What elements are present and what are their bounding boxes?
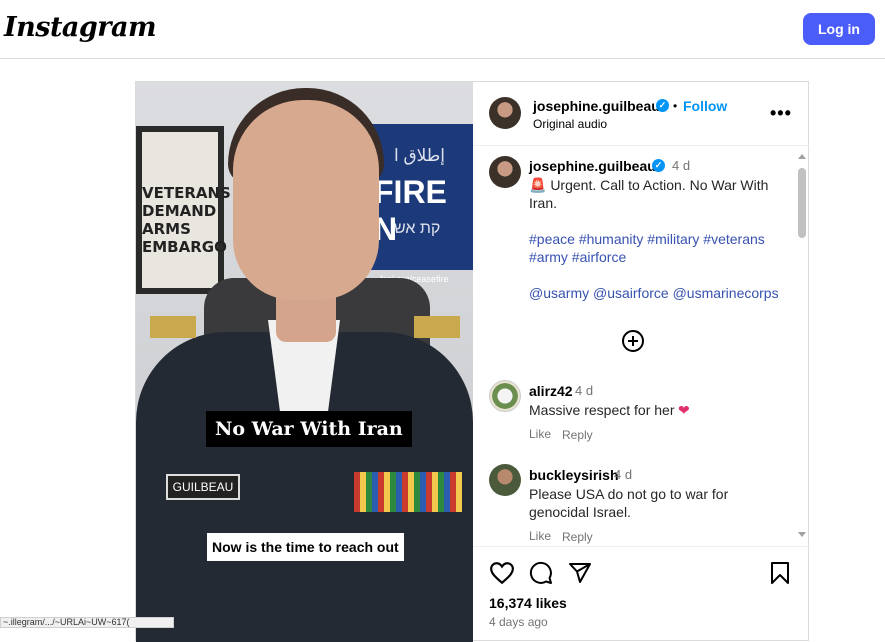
scroll-thumb[interactable] bbox=[798, 168, 806, 238]
right-epaulet bbox=[414, 316, 460, 338]
author-avatar[interactable] bbox=[489, 97, 521, 129]
bookmark-icon[interactable] bbox=[770, 561, 790, 585]
comment-reply-button[interactable]: Reply bbox=[562, 530, 593, 544]
left-epaulet bbox=[150, 316, 196, 338]
top-bar: Instagram Log in bbox=[0, 0, 885, 59]
poster-text: VETERANS DEMAND ARMS EMBARGO bbox=[142, 132, 231, 288]
caption-mentions[interactable]: @usarmy @usairforce @usmarinecorps bbox=[529, 284, 779, 302]
follow-button[interactable]: Follow bbox=[683, 98, 727, 114]
audio-label[interactable]: Original audio bbox=[533, 117, 607, 131]
caption-line-2: Iran. bbox=[529, 195, 558, 211]
comments-scrollbar[interactable] bbox=[795, 146, 809, 546]
comment-username[interactable]: alirz42 bbox=[529, 383, 573, 399]
poster-frame: VETERANS DEMAND ARMS EMBARGO bbox=[136, 126, 231, 294]
author-username[interactable]: josephine.guilbeau bbox=[533, 98, 660, 114]
person-face bbox=[233, 100, 379, 300]
header-separator: • bbox=[673, 99, 678, 113]
ceasefire-banner: إطلاق ا FIRE N קת אש fcnl.org/ceasefire bbox=[368, 124, 473, 284]
scroll-down-arrow-icon[interactable] bbox=[798, 532, 806, 537]
comment-time[interactable]: 4 d bbox=[614, 467, 632, 482]
caption-hashtags-1[interactable]: #peace #humanity #military #veterans bbox=[529, 230, 765, 248]
instagram-logo[interactable]: Instagram bbox=[4, 12, 157, 43]
post-container: VETERANS DEMAND ARMS EMBARGO إطلاق ا FIR… bbox=[135, 81, 809, 642]
banner-hebrew-text: קת אש bbox=[394, 220, 441, 237]
load-more-comments-icon[interactable] bbox=[622, 330, 644, 352]
status-bar-url: ~.illegram/.../~URLAi~UW~617( bbox=[0, 617, 174, 628]
comment-reply-button[interactable]: Reply bbox=[562, 428, 593, 442]
login-button[interactable]: Log in bbox=[803, 13, 875, 45]
caption-time[interactable]: 4 d bbox=[672, 158, 690, 173]
caption-hashtags-2[interactable]: #army #airforce bbox=[529, 248, 626, 266]
name-tag: GUILBEAU bbox=[166, 474, 240, 500]
video-caption-top: No War With Iran bbox=[206, 411, 412, 447]
more-options-icon[interactable]: ••• bbox=[770, 103, 792, 124]
heart-emoji-icon: ❤ bbox=[678, 402, 690, 418]
scroll-up-arrow-icon[interactable] bbox=[798, 154, 806, 159]
post-sidebar: josephine.guilbeau ✓ • Follow Original a… bbox=[473, 82, 809, 642]
heart-icon[interactable] bbox=[489, 561, 515, 585]
post-video[interactable]: VETERANS DEMAND ARMS EMBARGO إطلاق ا FIR… bbox=[136, 82, 473, 642]
video-caption-bottom: Now is the time to reach out bbox=[207, 533, 404, 561]
post-header: josephine.guilbeau ✓ • Follow Original a… bbox=[473, 82, 809, 146]
share-icon[interactable] bbox=[568, 561, 592, 585]
caption-author-avatar[interactable] bbox=[489, 156, 521, 188]
ribbon-rack bbox=[354, 472, 462, 512]
comment-like-button[interactable]: Like bbox=[529, 427, 551, 441]
verified-icon: ✓ bbox=[652, 159, 665, 172]
likes-count[interactable]: 16,374 likes bbox=[489, 595, 567, 611]
comment-time[interactable]: 4 d bbox=[575, 383, 593, 398]
comments-section[interactable]: josephine.guilbeau ✓ 4 d 🚨 Urgent. Call … bbox=[473, 146, 809, 546]
post-timestamp[interactable]: 4 days ago bbox=[489, 615, 548, 629]
comment-text-line-1: Please USA do not go to war for bbox=[529, 486, 729, 502]
comment-like-button[interactable]: Like bbox=[529, 529, 551, 543]
caption-username[interactable]: josephine.guilbeau bbox=[529, 158, 656, 174]
comment-text: Massive respect for her bbox=[529, 402, 675, 418]
banner-arabic-text: إطلاق ا bbox=[394, 146, 446, 165]
comment-username[interactable]: buckleysirish bbox=[529, 467, 619, 483]
comment-avatar[interactable] bbox=[489, 380, 521, 412]
comment-text-line-2: genocidal Israel. bbox=[529, 504, 631, 520]
verified-icon: ✓ bbox=[656, 99, 669, 112]
comment-avatar[interactable] bbox=[489, 464, 521, 496]
comment-icon[interactable] bbox=[529, 561, 553, 585]
caption-line-1: 🚨 Urgent. Call to Action. No War With bbox=[529, 177, 769, 193]
